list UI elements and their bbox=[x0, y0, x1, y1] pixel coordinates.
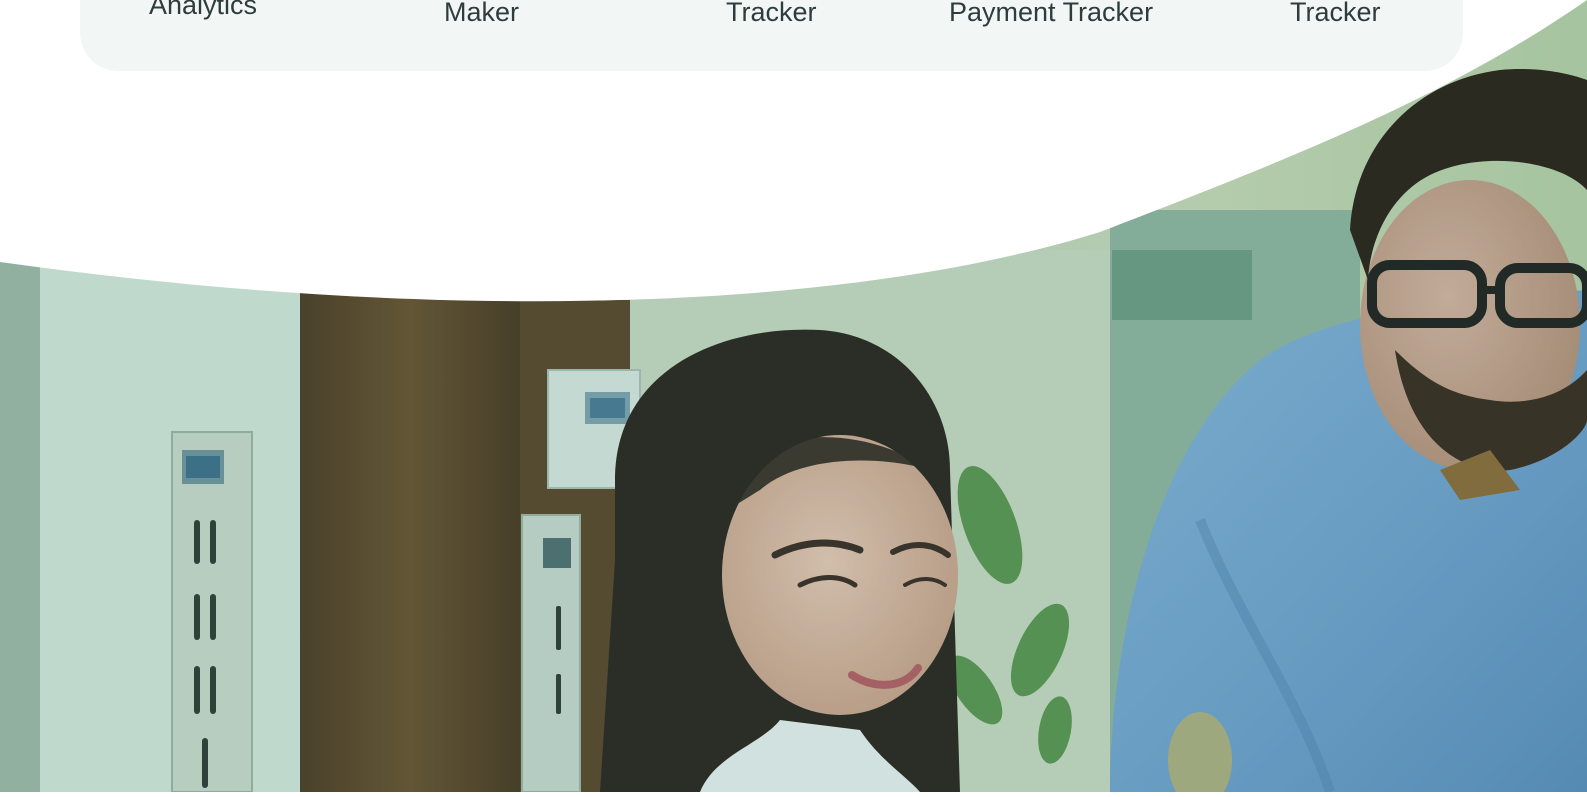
feature-strip: Analytics Maker Tracker Payment Tracker … bbox=[80, 0, 1463, 71]
hero-image bbox=[0, 0, 1587, 797]
feature-item-analytics[interactable]: Analytics bbox=[149, 0, 257, 21]
feature-item-tracker-2[interactable]: Tracker bbox=[1290, 0, 1381, 28]
hero-photo bbox=[0, 0, 1587, 797]
feature-item-tracker-1[interactable]: Tracker bbox=[726, 0, 817, 28]
feature-item-maker[interactable]: Maker bbox=[444, 0, 519, 28]
feature-item-payment-tracker[interactable]: Payment Tracker bbox=[949, 0, 1153, 28]
